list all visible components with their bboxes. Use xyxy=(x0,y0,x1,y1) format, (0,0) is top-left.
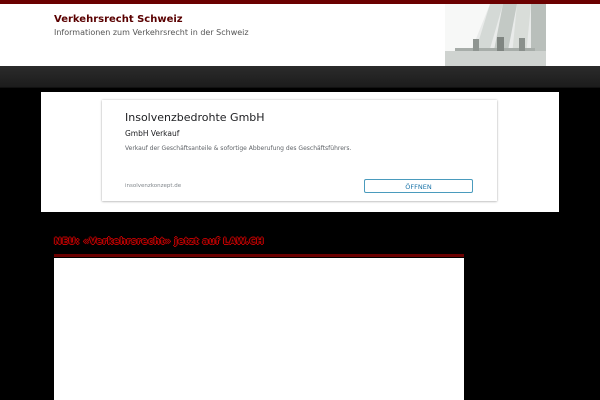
site-header: Verkehrsrecht Schweiz Informationen zum … xyxy=(0,4,600,66)
header-image xyxy=(445,4,546,66)
ad-domain: insolvenzkonzept.de xyxy=(125,183,182,189)
post-title-link[interactable]: NEU: «Verkehrsrecht» jetzt auf LAW.CH xyxy=(54,237,264,247)
ad-open-button[interactable]: ÖFFNEN xyxy=(364,179,473,193)
site-tagline: Informationen zum Verkehrsrecht in der S… xyxy=(54,28,249,37)
ad-subtitle: GmbH Verkauf xyxy=(125,129,180,138)
post-title-divider xyxy=(54,254,464,257)
ad-description: Verkauf der Geschäftsanteile & sofortige… xyxy=(125,145,352,152)
advertisement-banner: Insolvenzbedrohte GmbH GmbH Verkauf Verk… xyxy=(41,92,559,212)
main-navigation-bar xyxy=(0,66,600,88)
ad-title[interactable]: Insolvenzbedrohte GmbH xyxy=(125,111,265,124)
site-title[interactable]: Verkehrsrecht Schweiz xyxy=(54,14,183,25)
post-content-area xyxy=(54,258,464,400)
ad-card[interactable]: Insolvenzbedrohte GmbH GmbH Verkauf Verk… xyxy=(102,100,497,201)
